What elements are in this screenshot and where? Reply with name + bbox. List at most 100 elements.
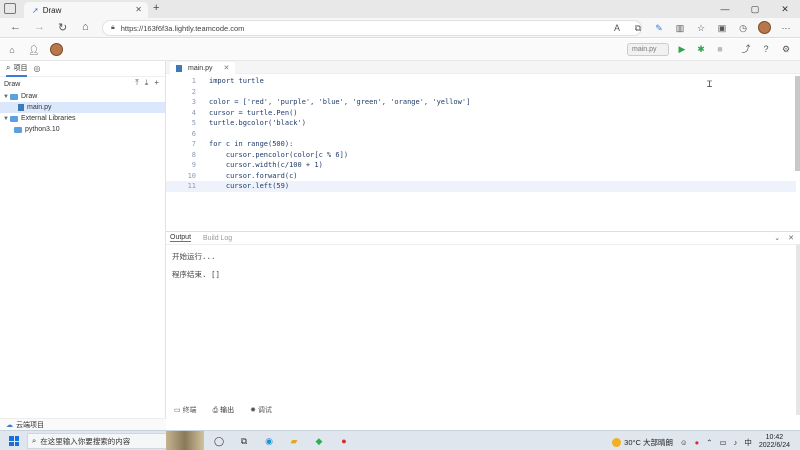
panel-close-icon[interactable]: ✕ bbox=[788, 234, 794, 242]
sun-icon bbox=[612, 437, 622, 447]
line-text: cursor.left(59) bbox=[209, 182, 290, 190]
share-icon[interactable]: ⤴ bbox=[740, 43, 752, 55]
ime-icon[interactable]: 中 bbox=[744, 437, 752, 448]
task-view-icon[interactable]: ⧉ bbox=[237, 434, 251, 448]
volume-icon[interactable]: ♪ bbox=[734, 438, 738, 447]
history-icon[interactable]: ◷ bbox=[737, 22, 749, 34]
tree-item-label: python3.10 bbox=[25, 126, 60, 133]
clock-date: 2022/6/24 bbox=[758, 442, 790, 449]
app-available-icon[interactable]: ⧉ bbox=[632, 22, 644, 34]
help-icon[interactable]: ? bbox=[760, 43, 772, 55]
code-line[interactable]: 7 for c in range(500): bbox=[166, 139, 796, 150]
home-icon[interactable]: ⌂ bbox=[82, 21, 89, 33]
tab-output-bottom[interactable]: ⎙ 输出 bbox=[213, 405, 235, 415]
globe-icon[interactable]: ◎ bbox=[33, 64, 40, 73]
tab-close-icon[interactable]: ✕ bbox=[135, 5, 142, 14]
cloud-project-bar[interactable]: ☁ 云端项目 bbox=[0, 418, 166, 430]
start-button[interactable] bbox=[9, 436, 19, 446]
add-user-icon[interactable]: 👤︎ bbox=[28, 44, 40, 56]
debug-icon[interactable]: ✱ bbox=[695, 43, 707, 55]
run-config-select[interactable]: main.py bbox=[627, 43, 669, 56]
url-input[interactable]: 🔒︎ https://163f6f3a.lightly.teamcode.com bbox=[102, 20, 642, 36]
close-window-button[interactable]: ✕ bbox=[770, 0, 800, 18]
tree-item-main-py[interactable]: main.py bbox=[0, 102, 165, 113]
network-icon[interactable]: ▭ bbox=[720, 438, 727, 447]
code-line[interactable]: 4 cursor = turtle.Pen() bbox=[166, 108, 796, 119]
tab-debug[interactable]: ✹ 调试 bbox=[250, 405, 272, 415]
cloud-project-label: 云端项目 bbox=[16, 421, 44, 429]
editor-tab-main-py[interactable]: main.py ✕ bbox=[170, 62, 236, 74]
code-line[interactable]: 6 bbox=[166, 129, 796, 140]
file-explorer-icon[interactable]: ▰ bbox=[287, 434, 301, 448]
record-icon[interactable]: ● bbox=[695, 438, 700, 447]
tree-item-external-libraries[interactable]: ▼ External Libraries bbox=[0, 113, 165, 124]
code-line[interactable]: 5 turtle.bgcolor('black') bbox=[166, 118, 796, 129]
code-line[interactable]: 3 color = ['red', 'purple', 'blue', 'gree… bbox=[166, 97, 796, 108]
app-home-icon[interactable]: ⌂ bbox=[6, 44, 18, 56]
run-icon[interactable]: ▶ bbox=[676, 43, 688, 55]
code-line[interactable]: 2 bbox=[166, 87, 796, 98]
line-number: 11 bbox=[187, 182, 196, 190]
wechat-icon[interactable]: ◆ bbox=[312, 434, 326, 448]
edge-browser-icon[interactable]: ◉ bbox=[262, 434, 276, 448]
tree-item-draw[interactable]: ▼ Draw bbox=[0, 91, 165, 102]
tab-output[interactable]: Output bbox=[170, 234, 192, 242]
refresh-icon[interactable]: ↻ bbox=[58, 21, 67, 34]
back-arrow-icon[interactable]: ← bbox=[10, 21, 21, 33]
code-line[interactable]: 1 import turtle bbox=[166, 76, 796, 87]
line-text: for c in range(500): bbox=[209, 140, 294, 148]
favorites-icon[interactable]: ☆ bbox=[695, 22, 707, 34]
search-icon: ⌕ bbox=[32, 436, 37, 445]
user-avatar[interactable] bbox=[50, 43, 63, 56]
cortana-icon[interactable]: ◯ bbox=[212, 434, 226, 448]
taskbar-search-input[interactable]: ⌕ 在这里输入你要搜索的内容 bbox=[27, 433, 167, 449]
code-line[interactable]: 10 cursor.forward(c) bbox=[166, 171, 796, 182]
tab-project[interactable]: ⌕ 项目 bbox=[6, 61, 28, 77]
split-screen-icon[interactable]: ▥ bbox=[674, 22, 686, 34]
panel-bottom-tabs: ▭ 终端 ⎙ 输出 ✹ 调试 bbox=[166, 402, 800, 418]
minimize-button[interactable]: — bbox=[710, 0, 740, 18]
weather-widget[interactable]: 30°C 大部晴朗 bbox=[612, 437, 673, 448]
news-thumbnail[interactable] bbox=[166, 431, 204, 450]
read-aloud-icon[interactable]: A bbox=[611, 22, 623, 34]
panel-scrollbar[interactable] bbox=[796, 245, 800, 415]
editor-tab-label: main.py bbox=[188, 64, 213, 72]
line-text: cursor = turtle.Pen() bbox=[209, 108, 298, 117]
collections-icon[interactable]: ▣ bbox=[716, 22, 728, 34]
code-line[interactable]: 9 cursor.width(c/100 + 1) bbox=[166, 160, 796, 171]
code-area[interactable]: 1 import turtle 2 3 color = ['red', 'purple'… bbox=[166, 76, 796, 192]
folder-icon bbox=[14, 126, 22, 133]
code-line[interactable]: 8 cursor.pencolor(color[c % 6]) bbox=[166, 150, 796, 161]
tab-terminal[interactable]: ▭ 终端 bbox=[174, 405, 197, 415]
tree-item-python310[interactable]: python3.10 bbox=[0, 124, 165, 135]
panel-collapse-icon[interactable]: ⌄ bbox=[774, 234, 780, 242]
tray-expand-icon[interactable]: ⌃ bbox=[706, 438, 712, 447]
line-text: color = ['red', 'purple', 'blue', 'green… bbox=[209, 98, 471, 106]
profile-avatar[interactable] bbox=[758, 21, 771, 34]
extension-pen-icon[interactable]: ✎ bbox=[653, 22, 665, 34]
settings-gear-icon[interactable]: ⚙ bbox=[780, 43, 792, 55]
maximize-button[interactable]: ▢ bbox=[740, 0, 770, 18]
stop-icon[interactable]: ■ bbox=[714, 43, 726, 55]
more-menu-icon[interactable]: ⋯ bbox=[780, 22, 792, 34]
tab-build-log[interactable]: Build Log bbox=[203, 235, 232, 242]
editor-scrollbar[interactable] bbox=[795, 76, 800, 171]
tab-actions-icon[interactable] bbox=[4, 3, 16, 14]
browser-tab-draw[interactable]: ➚ Draw ✕ bbox=[24, 2, 148, 18]
download-icon[interactable]: ⤓ bbox=[145, 78, 149, 88]
forward-arrow-icon[interactable]: → bbox=[34, 21, 45, 33]
line-text: cursor.width(c/100 + 1) bbox=[209, 161, 323, 169]
upload-icon[interactable]: ⤒ bbox=[135, 78, 139, 88]
new-tab-button[interactable]: + bbox=[153, 2, 159, 14]
code-line[interactable]: 11 cursor.left(59) bbox=[166, 181, 796, 192]
recorder-icon[interactable]: ● bbox=[337, 434, 351, 448]
add-file-icon[interactable]: + bbox=[154, 78, 159, 88]
lock-icon: 🔒︎ bbox=[111, 24, 115, 31]
close-icon[interactable]: ✕ bbox=[224, 64, 230, 72]
chevron-down-icon: ▼ bbox=[3, 115, 9, 122]
window-controls: — ▢ ✕ bbox=[710, 0, 800, 18]
clock[interactable]: 10:42 2022/6/24 bbox=[759, 434, 790, 450]
tab-project-label: 项目 bbox=[13, 64, 28, 72]
people-icon[interactable]: ☺ bbox=[680, 438, 688, 447]
line-text: cursor.forward(c) bbox=[209, 171, 298, 180]
